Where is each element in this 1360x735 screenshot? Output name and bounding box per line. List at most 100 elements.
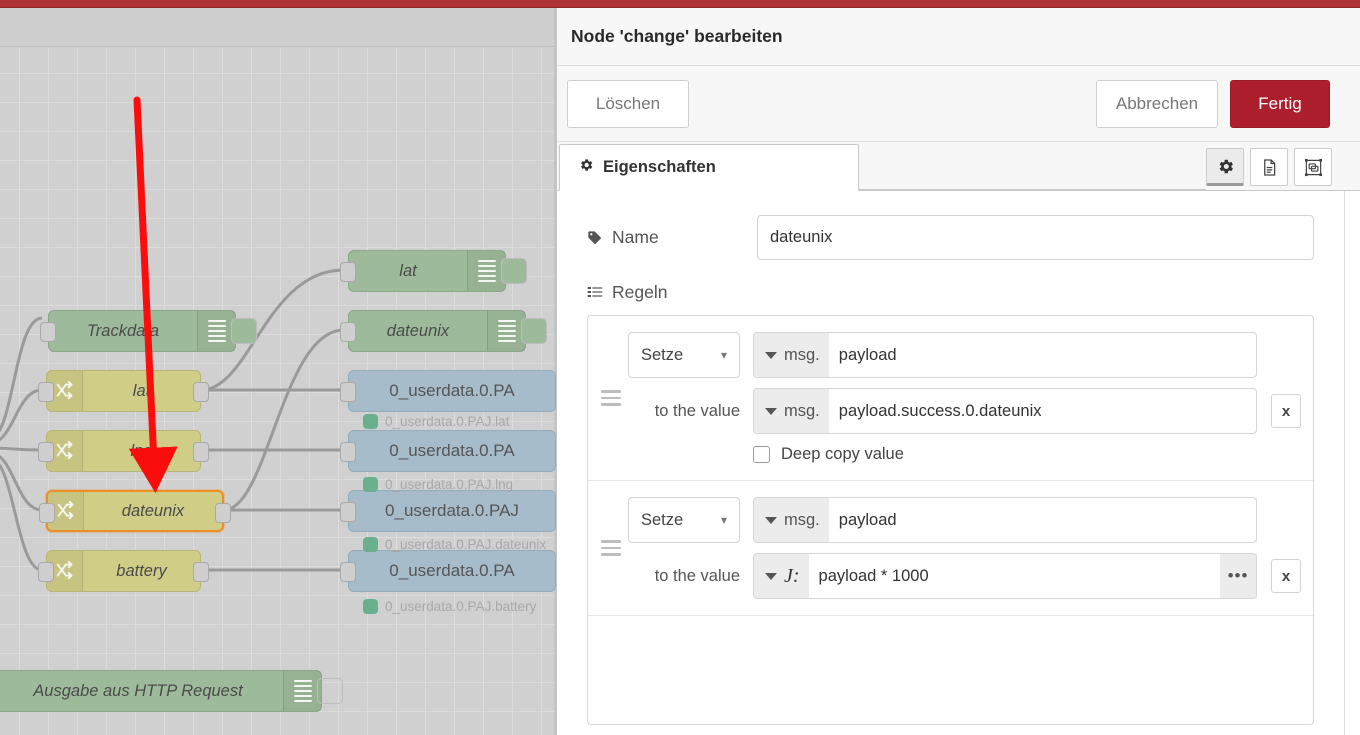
debug-status-square[interactable] (521, 318, 547, 344)
delete-button[interactable]: Löschen (567, 80, 689, 128)
flow-node-blue-3[interactable]: 0_userdata.0.PAJ (348, 490, 556, 532)
flow-node-lat-debug[interactable]: lat (348, 250, 506, 292)
node-input-port[interactable] (38, 562, 54, 582)
gear-icon (578, 157, 594, 178)
node-input-port[interactable] (38, 442, 54, 462)
node-output-port[interactable] (193, 562, 209, 582)
flow-node-trackdata[interactable]: Trackdata (48, 310, 236, 352)
node-output-port[interactable] (193, 382, 209, 402)
appearance-icon-button[interactable] (1294, 148, 1332, 186)
done-button[interactable]: Fertig (1230, 80, 1330, 128)
node-input-port[interactable] (40, 322, 56, 342)
debug-caption-4: 0_userdata.0.PAJ.battery (363, 599, 536, 614)
status-dot-icon (363, 599, 378, 614)
debug-status-square[interactable] (317, 678, 343, 704)
flow-node-blue-2[interactable]: 0_userdata.0.PA (348, 430, 556, 472)
tab-label: Eigenschaften (603, 158, 716, 177)
rule-value-type-select[interactable]: J: (754, 554, 809, 598)
rules-label: Regeln (612, 282, 667, 303)
node-input-port[interactable] (340, 442, 356, 462)
rule-action-value: Setze (641, 346, 683, 365)
node-output-port[interactable] (215, 503, 231, 523)
drag-handle-icon[interactable] (594, 540, 628, 556)
name-label: Name (612, 227, 659, 248)
app-root: Trackdata lat (0, 0, 1360, 735)
rule-target-type-select[interactable]: msg. (754, 333, 829, 377)
debug-caption-label: 0_userdata.0.PAJ.lat (385, 414, 509, 429)
list-icon (587, 285, 603, 301)
rule-body: Setze ▾ msg. payload (628, 497, 1301, 599)
node-input-port[interactable] (340, 262, 356, 282)
deep-copy-row[interactable]: Deep copy value (753, 445, 1301, 464)
rule-action-select[interactable]: Setze ▾ (628, 497, 740, 543)
rule-body: Setze ▾ msg. payload (628, 332, 1301, 464)
name-label-group: Name (587, 227, 757, 248)
rule-target-value[interactable]: payload (829, 511, 1256, 530)
chevron-down-icon: ▾ (721, 348, 727, 362)
node-input-port[interactable] (39, 503, 55, 523)
rule-delete-button[interactable]: x (1271, 559, 1301, 593)
rule-value-line: to the value J: payload * 1000 ••• x (628, 553, 1301, 599)
rule-target-type-select[interactable]: msg. (754, 498, 829, 542)
caret-down-icon (765, 408, 777, 415)
rule-target-type: msg. (784, 346, 820, 365)
name-input[interactable] (757, 215, 1314, 260)
rule-action-value: Setze (641, 511, 683, 530)
debug-status-square[interactable] (501, 258, 527, 284)
node-input-port[interactable] (340, 502, 356, 522)
status-dot-icon (363, 477, 378, 492)
flow-node-dateunix-change[interactable]: dateunix (46, 490, 224, 532)
caret-down-icon (765, 352, 777, 359)
deep-copy-checkbox[interactable] (753, 446, 770, 463)
rule-delete-button[interactable]: x (1271, 394, 1301, 428)
node-input-port[interactable] (340, 382, 356, 402)
rule-target-field[interactable]: msg. payload (753, 497, 1257, 543)
flow-node-lng-change[interactable]: lng (46, 430, 201, 472)
rules-label-group: Regeln (587, 282, 1314, 303)
rule-value-field[interactable]: msg. payload.success.0.dateunix (753, 388, 1257, 434)
flow-node-blue-4[interactable]: 0_userdata.0.PA (348, 550, 556, 592)
rule-row: Setze ▾ msg. payload (588, 481, 1313, 616)
gear-icon-button[interactable] (1206, 148, 1244, 186)
debug-caption-3: 0_userdata.0.PAJ.dateunix (363, 537, 546, 552)
flow-node-battery-change[interactable]: battery (46, 550, 201, 592)
node-input-port[interactable] (340, 322, 356, 342)
flow-node-http-output[interactable]: Ausgabe aus HTTP Request (0, 670, 322, 712)
drag-handle-icon[interactable] (594, 390, 628, 406)
debug-icon (283, 671, 321, 711)
node-input-port[interactable] (38, 382, 54, 402)
rule-value-field[interactable]: J: payload * 1000 ••• (753, 553, 1257, 599)
debug-status-square[interactable] (231, 318, 257, 344)
expand-editor-button[interactable]: ••• (1220, 554, 1256, 598)
flow-node-dateunix-debug[interactable]: dateunix (348, 310, 526, 352)
rule-target-field[interactable]: msg. payload (753, 332, 1257, 378)
status-dot-icon (363, 414, 378, 429)
panel-action-bar: Löschen Abbrechen Fertig (557, 66, 1360, 142)
flow-node-lat-change[interactable]: lat (46, 370, 201, 412)
caret-down-icon (765, 517, 777, 524)
rule-target-type: msg. (784, 511, 820, 530)
flow-node-label: Trackdata (49, 322, 197, 341)
node-output-port[interactable] (193, 442, 209, 462)
flow-node-label: 0_userdata.0.PA (349, 441, 555, 461)
deep-copy-label: Deep copy value (781, 445, 904, 464)
tab-eigenschaften[interactable]: Eigenschaften (559, 144, 859, 191)
rule-value-type-select[interactable]: msg. (754, 389, 829, 433)
rule-value-text[interactable]: payload.success.0.dateunix (829, 402, 1256, 421)
cancel-button[interactable]: Abbrechen (1096, 80, 1218, 128)
rule-action-select[interactable]: Setze ▾ (628, 332, 740, 378)
document-icon-button[interactable] (1250, 148, 1288, 186)
rule-value-line: to the value msg. payload.success.0.date… (628, 388, 1301, 434)
panel-title: Node 'change' bearbeiten (557, 8, 1360, 66)
node-input-port[interactable] (340, 562, 356, 582)
chevron-down-icon: ▾ (721, 513, 727, 527)
panel-vertical-scrollbar[interactable] (1344, 191, 1360, 735)
rule-value-text[interactable]: payload * 1000 (809, 567, 1220, 586)
flow-node-blue-1[interactable]: 0_userdata.0.PA (348, 370, 556, 412)
status-dot-icon (363, 537, 378, 552)
rule-target-value[interactable]: payload (829, 346, 1256, 365)
debug-caption-label: 0_userdata.0.PAJ.dateunix (385, 537, 546, 552)
flow-node-label: 0_userdata.0.PA (349, 561, 555, 581)
debug-caption-label: 0_userdata.0.PAJ.lng (385, 477, 513, 492)
flow-node-label: lng (83, 442, 200, 461)
